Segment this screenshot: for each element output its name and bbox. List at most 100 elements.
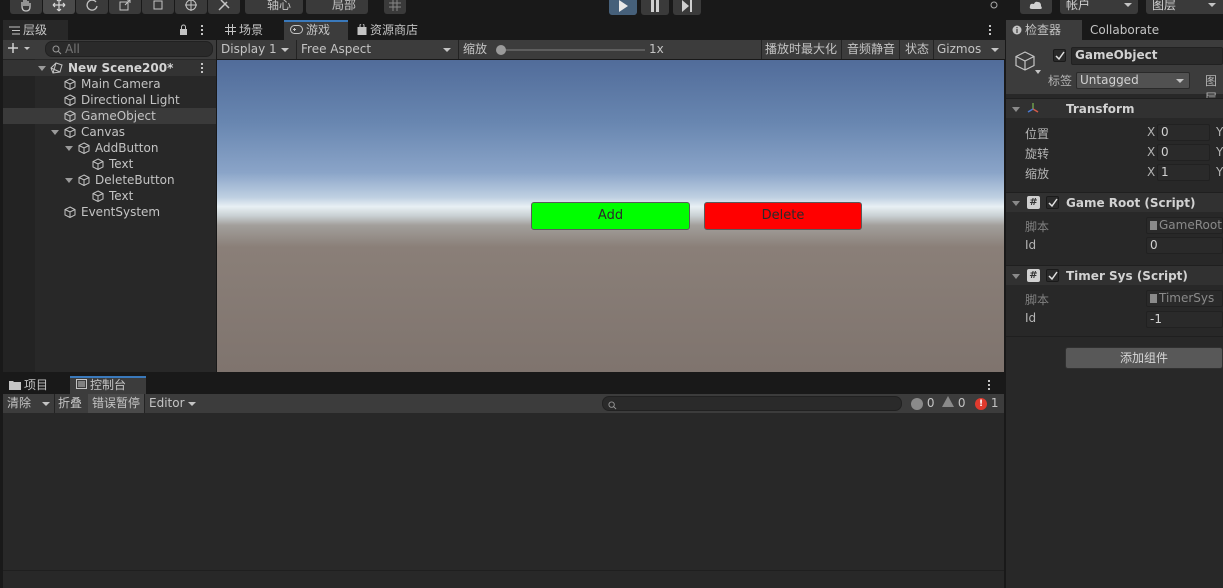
id-label: Id: [1025, 311, 1037, 325]
fold-arrow-icon[interactable]: [1012, 274, 1020, 279]
hierarchy-item-deletebutton[interactable]: DeleteButton: [3, 172, 216, 188]
scale-slider-thumb[interactable]: [496, 45, 506, 55]
account-dropdown[interactable]: 帐户: [1060, 0, 1138, 14]
script-reference-field[interactable]: GameRoot: [1146, 217, 1223, 234]
chevron-down-icon: [1124, 3, 1132, 7]
move-tool-button[interactable]: [43, 0, 75, 14]
add-button[interactable]: Add: [531, 202, 690, 230]
rotate-tool-button[interactable]: [76, 0, 108, 14]
tab-collaborate[interactable]: Collaborate: [1084, 20, 1174, 40]
tab-asset-store[interactable]: 资源商店: [351, 20, 431, 40]
rotate-icon: [86, 0, 98, 11]
tab-project[interactable]: 项目: [3, 376, 65, 394]
timersys-component-header[interactable]: # Timer Sys (Script): [1006, 265, 1223, 285]
step-button[interactable]: [673, 0, 701, 15]
grid-snap-button[interactable]: [384, 0, 406, 14]
services-button[interactable]: [983, 0, 1005, 14]
cloud-button[interactable]: [1020, 0, 1052, 14]
maximize-on-play-toggle[interactable]: 播放时最大化: [761, 40, 841, 59]
tag-dropdown[interactable]: Untagged: [1076, 72, 1190, 89]
error-filter-toggle[interactable]: ! 1: [971, 394, 1001, 413]
checkmark-icon: [1048, 271, 1058, 281]
lock-icon[interactable]: [179, 24, 188, 38]
expand-arrow-icon[interactable]: [65, 178, 73, 183]
tab-hierarchy[interactable]: 层级: [3, 20, 68, 40]
icon-dropdown-arrow[interactable]: [1035, 70, 1041, 74]
folder-icon: [9, 377, 21, 395]
id-field[interactable]: -1: [1146, 311, 1223, 328]
hierarchy-item-directional-light[interactable]: Directional Light: [3, 92, 216, 108]
hierarchy-item-text[interactable]: Text: [3, 188, 216, 204]
aspect-label: Free Aspect: [301, 42, 372, 56]
search-icon: [52, 44, 62, 58]
custom-tool-button[interactable]: [208, 0, 240, 14]
error-pause-toggle[interactable]: 错误暂停: [88, 394, 144, 413]
rotation-x-field[interactable]: 0: [1157, 144, 1210, 161]
editor-dropdown[interactable]: Editor: [145, 394, 199, 413]
tab-scene[interactable]: 场景: [219, 20, 283, 40]
display-dropdown[interactable]: Display 1: [217, 40, 295, 59]
rect-tool-button[interactable]: [142, 0, 174, 14]
console-log-area[interactable]: [3, 413, 1004, 570]
expand-arrow-icon[interactable]: [65, 146, 73, 151]
hierarchy-item-canvas[interactable]: Canvas: [3, 124, 216, 140]
add-component-button[interactable]: 添加组件: [1065, 347, 1223, 369]
layers-dropdown[interactable]: 图层: [1146, 0, 1223, 14]
pause-button[interactable]: [641, 0, 669, 15]
fold-arrow-icon[interactable]: [1012, 107, 1020, 112]
hand-tool-button[interactable]: [10, 0, 42, 14]
collapse-toggle[interactable]: 折叠: [54, 394, 88, 413]
scale-tool-button[interactable]: [109, 0, 141, 14]
hierarchy-item-addbutton[interactable]: AddButton: [3, 140, 216, 156]
tab-inspector[interactable]: 检查器: [1006, 20, 1082, 40]
warning-filter-toggle[interactable]: 0: [938, 394, 968, 413]
mute-audio-toggle[interactable]: 音频静音: [843, 40, 899, 59]
stats-toggle[interactable]: 状态: [901, 40, 933, 59]
hierarchy-item-text[interactable]: Text: [3, 156, 216, 172]
transform-header[interactable]: Transform: [1006, 98, 1223, 118]
hierarchy-menu-icon[interactable]: [201, 25, 204, 37]
pivot-toggle[interactable]: 轴心: [245, 0, 303, 14]
id-field[interactable]: 0: [1146, 237, 1223, 254]
gizmos-dropdown[interactable]: [985, 40, 1003, 59]
scene-menu-icon[interactable]: [201, 63, 204, 75]
scale-x-field[interactable]: 1: [1157, 164, 1210, 181]
tab-game[interactable]: 游戏: [284, 20, 348, 40]
gameroot-component-header[interactable]: # Game Root (Script): [1006, 192, 1223, 212]
expand-arrow-icon[interactable]: [51, 130, 59, 135]
transform-tool-button[interactable]: [175, 0, 207, 14]
console-menu-icon[interactable]: [988, 380, 991, 392]
checkmark-icon: [1048, 198, 1058, 208]
fold-arrow-icon[interactable]: [1012, 201, 1020, 206]
center-menu-icon[interactable]: [989, 25, 992, 37]
component-enabled-checkbox[interactable]: [1046, 196, 1059, 209]
create-button[interactable]: [7, 41, 39, 57]
active-checkbox[interactable]: [1053, 49, 1066, 62]
axis-y-label: Y: [1216, 165, 1223, 179]
local-toggle[interactable]: 局部: [306, 0, 368, 14]
console-search-input[interactable]: [602, 396, 902, 411]
info-filter-toggle[interactable]: 0: [907, 394, 937, 413]
object-name-field[interactable]: GameObject: [1071, 47, 1223, 65]
position-x-field[interactable]: 0: [1157, 124, 1210, 141]
search-icon: [608, 399, 617, 413]
play-button[interactable]: [609, 0, 637, 15]
tab-console[interactable]: 控制台: [70, 376, 146, 394]
transform-title: Transform: [1066, 102, 1135, 116]
delete-button[interactable]: Delete: [704, 202, 862, 230]
move-icon: [52, 0, 66, 12]
hierarchy-item-label: AddButton: [95, 141, 159, 155]
hierarchy-item-main-camera[interactable]: Main Camera: [3, 76, 216, 92]
aspect-dropdown[interactable]: Free Aspect: [297, 40, 457, 59]
clear-button[interactable]: 清除: [3, 394, 53, 413]
scale-slider-track[interactable]: [497, 49, 645, 51]
scene-row[interactable]: New Scene200*: [3, 60, 216, 76]
script-reference-field[interactable]: TimerSys: [1146, 290, 1223, 307]
game-viewport[interactable]: Add Delete: [217, 60, 1004, 372]
gizmos-toggle[interactable]: Gizmos: [933, 40, 985, 59]
hierarchy-item-eventsystem[interactable]: EventSystem: [3, 204, 216, 220]
hierarchy-search-input[interactable]: All: [45, 41, 213, 57]
hierarchy-item-gameobject[interactable]: GameObject: [3, 108, 216, 124]
hierarchy-item-label: Directional Light: [81, 93, 180, 107]
component-enabled-checkbox[interactable]: [1046, 269, 1059, 282]
